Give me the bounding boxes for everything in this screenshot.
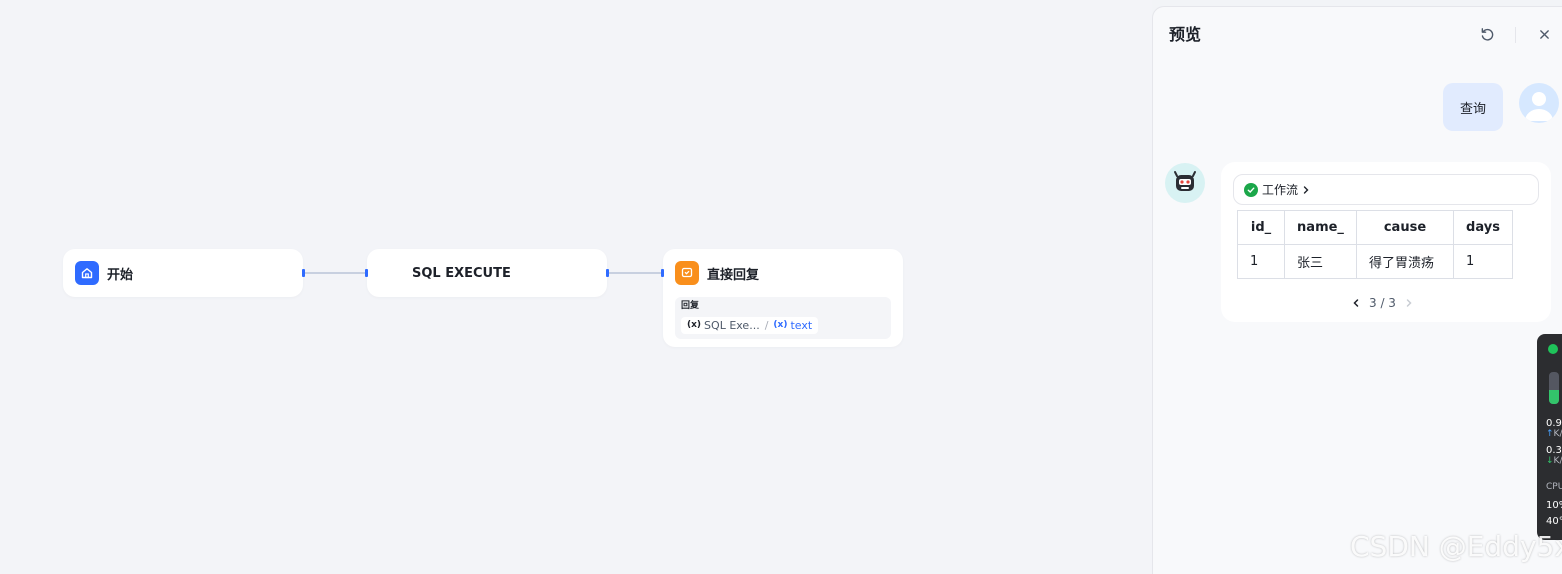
workflow-status-toggle[interactable]: 工作流 [1233, 174, 1539, 205]
table-pager: 3 / 3 [1351, 296, 1414, 310]
node-reply-input-port[interactable] [661, 269, 664, 277]
preview-title: 预览 [1169, 25, 1202, 44]
node-start-output-port[interactable] [302, 269, 305, 277]
user-message-bubble: 查询 [1443, 83, 1503, 131]
chevron-left-icon[interactable] [1351, 298, 1361, 308]
node-start[interactable]: 开始 [63, 249, 305, 297]
table-cell: 1 [1453, 244, 1513, 279]
node-reply-title: 直接回复 [707, 267, 760, 283]
chevron-right-icon[interactable] [1404, 298, 1414, 308]
cpu-label: CPU [1546, 482, 1562, 492]
reply-content-box: 回复 (x) SQL Exe... / (x) text [675, 297, 891, 339]
net-up-unit-text: K/ [1553, 429, 1562, 439]
home-icon [75, 261, 99, 285]
arrow-down-icon: ↓ [1546, 456, 1554, 466]
result-table: id_ name_ cause days 1 张三 得了胃溃疡 1 [1237, 210, 1513, 279]
memory-level-fill [1549, 389, 1559, 404]
node-sql-title: SQL EXECUTE [412, 265, 511, 281]
table-header-cell: days [1453, 210, 1513, 245]
arrow-up-icon: ↑ [1546, 429, 1554, 439]
status-dot-icon [1548, 344, 1558, 354]
check-circle-icon [1244, 182, 1258, 197]
preview-panel: 预览 查询 工作流 id_ name_ cause days 1 张三 得了胃溃… [1152, 6, 1562, 574]
system-monitor-widget[interactable]: 0.9 ↑K/ 0.3 ↓K/ CPU 10% 40° [1537, 334, 1562, 540]
variable-chip[interactable]: (x) SQL Exe... / (x) text [681, 317, 819, 334]
table-header-cell: name_ [1284, 210, 1357, 245]
node-direct-reply[interactable]: 直接回复 回复 (x) SQL Exe... / (x) text [661, 249, 903, 347]
node-start-title: 开始 [107, 267, 134, 283]
net-up-value: 0.9 [1546, 418, 1562, 429]
chevron-right-icon [1303, 185, 1309, 194]
temperature-value: 40° [1546, 516, 1562, 527]
user-message-text: 查询 [1459, 101, 1486, 117]
memory-level-bar [1549, 372, 1559, 404]
table-row: 1 张三 得了胃溃疡 1 [1237, 244, 1513, 279]
variable-icon: (x) [687, 320, 702, 330]
variable-source: SQL Exe... [704, 319, 760, 332]
net-down-unit: ↓K/ [1546, 456, 1562, 467]
node-sql-execute[interactable]: SQL EXECUTE [365, 249, 609, 297]
watermark: CSDN @Eddy5x [1350, 530, 1562, 563]
variable-separator: / [764, 319, 769, 332]
refresh-button[interactable] [1478, 25, 1496, 43]
table-header-cell: cause [1356, 210, 1454, 245]
table-header-row: id_ name_ cause days [1237, 210, 1513, 245]
workflow-canvas[interactable]: 开始 SQL EXECUTE 直接回复 回复 (x) SQL Exe... / … [0, 0, 1152, 574]
reply-field-label: 回复 [681, 301, 700, 311]
net-up-unit: ↑K/ [1546, 429, 1562, 440]
table-header-cell: id_ [1237, 210, 1285, 245]
table-cell: 张三 [1284, 244, 1357, 279]
workflow-label: 工作流 [1262, 183, 1299, 197]
close-button[interactable] [1535, 25, 1553, 43]
net-down-value: 0.3 [1546, 445, 1562, 456]
table-cell: 1 [1237, 244, 1285, 279]
bot-response-card: 工作流 id_ name_ cause days 1 张三 得了胃溃疡 1 3 … [1221, 162, 1551, 322]
refresh-icon [1481, 27, 1493, 41]
bot-avatar [1165, 163, 1205, 203]
net-down-unit-text: K/ [1553, 456, 1562, 466]
edge-sql-reply [609, 272, 662, 274]
pager-text: 3 / 3 [1369, 296, 1396, 310]
close-icon [1539, 29, 1549, 39]
node-sql-input-port[interactable] [365, 269, 368, 277]
cpu-value: 10% [1546, 500, 1562, 511]
table-cell: 得了胃溃疡 [1356, 244, 1454, 279]
header-divider [1515, 27, 1516, 43]
variable-name: text [790, 319, 813, 332]
node-sql-output-port[interactable] [606, 269, 609, 277]
variable-icon-2: (x) [773, 320, 788, 330]
reply-icon [675, 261, 699, 285]
user-avatar [1519, 83, 1559, 123]
edge-start-sql [305, 272, 366, 274]
